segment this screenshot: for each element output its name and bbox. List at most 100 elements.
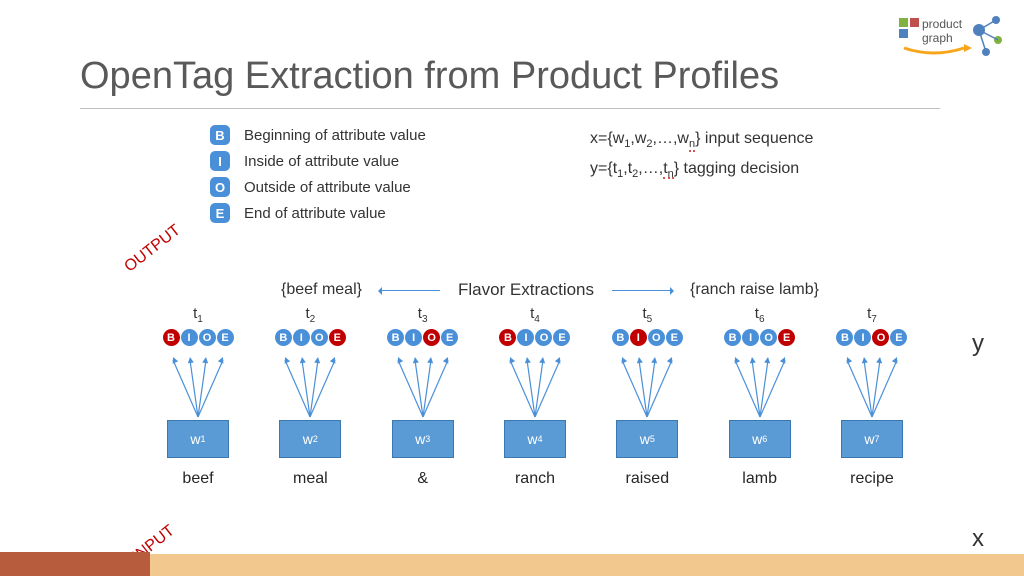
bioe-tags: BIOE: [499, 329, 570, 346]
tag-badge-o: O: [210, 177, 230, 197]
tag-b-circle: B: [836, 329, 853, 346]
tag-b-circle: B: [275, 329, 292, 346]
tag-e-circle: E: [890, 329, 907, 346]
input-word: beef: [182, 470, 213, 488]
fan-arrows-icon: [500, 352, 570, 422]
legend-text-e: End of attribute value: [244, 205, 386, 222]
fan-arrows-icon: [837, 352, 907, 422]
arrow-right-icon: [612, 290, 672, 291]
axis-y-label: y: [972, 330, 984, 358]
arrow-left-icon: [380, 290, 440, 291]
bioe-tags: BIOE: [836, 329, 907, 346]
t-label: t2: [305, 305, 315, 325]
legend-text-i: Inside of attribute value: [244, 153, 399, 170]
word-box: w4: [504, 420, 566, 458]
bioe-tags: BIOE: [612, 329, 683, 346]
bioe-tags: BIOE: [163, 329, 234, 346]
svg-text:graph: graph: [922, 31, 953, 45]
t-label: t3: [418, 305, 428, 325]
tag-b-circle: B: [612, 329, 629, 346]
tag-o-circle: O: [311, 329, 328, 346]
tag-e-circle: E: [441, 329, 458, 346]
fan-arrows-icon: [612, 352, 682, 422]
tag-b-circle: B: [387, 329, 404, 346]
legend-row-i: I Inside of attribute value: [210, 151, 426, 171]
tag-i-circle: I: [517, 329, 534, 346]
tag-e-circle: E: [778, 329, 795, 346]
output-label: OUTPUT: [121, 222, 184, 277]
t-label: t7: [867, 305, 877, 325]
input-word: meal: [293, 470, 328, 488]
tag-o-circle: O: [423, 329, 440, 346]
tag-badge-b: B: [210, 125, 230, 145]
tag-o-circle: O: [648, 329, 665, 346]
bottom-bar-accent: [0, 552, 150, 576]
product-graph-logo: product graph: [894, 10, 1004, 65]
tag-legend: B Beginning of attribute value I Inside …: [210, 125, 426, 229]
legend-text-b: Beginning of attribute value: [244, 127, 426, 144]
tag-o-circle: O: [199, 329, 216, 346]
input-word: raised: [626, 470, 670, 488]
token-column-3: t3BIOEw3&: [375, 305, 471, 488]
flavor-title: Flavor Extractions: [458, 280, 594, 300]
tag-b-circle: B: [163, 329, 180, 346]
flavor-extractions-row: {beef meal} Flavor Extractions {ranch ra…: [200, 280, 900, 300]
axis-x-label: x: [972, 525, 984, 553]
token-column-2: t2BIOEw2meal: [262, 305, 358, 488]
legend-text-o: Outside of attribute value: [244, 179, 411, 196]
input-word: recipe: [850, 470, 894, 488]
word-box: w6: [729, 420, 791, 458]
tag-o-circle: O: [535, 329, 552, 346]
tag-e-circle: E: [217, 329, 234, 346]
bioe-tags: BIOE: [387, 329, 458, 346]
token-column-4: t4BIOEw4ranch: [487, 305, 583, 488]
tag-o-circle: O: [760, 329, 777, 346]
slide-title: OpenTag Extraction from Product Profiles: [80, 55, 779, 98]
input-word: lamb: [742, 470, 777, 488]
tag-e-circle: E: [553, 329, 570, 346]
token-column-1: t1 BIOE w1 beef: [150, 305, 246, 488]
t-label: t4: [530, 305, 540, 325]
tag-i-circle: I: [630, 329, 647, 346]
tag-o-circle: O: [872, 329, 889, 346]
token-column-6: t6BIOEw6lamb: [712, 305, 808, 488]
bottom-bar: [0, 554, 1024, 576]
word-box: w2: [279, 420, 341, 458]
word-box: w1: [167, 420, 229, 458]
legend-row-o: O Outside of attribute value: [210, 177, 426, 197]
t-label: t1: [193, 305, 203, 325]
t-label: t5: [642, 305, 652, 325]
fan-arrows-icon: [275, 352, 345, 422]
tag-b-circle: B: [499, 329, 516, 346]
flavor-left: {beef meal}: [281, 281, 362, 299]
t-label: t6: [755, 305, 765, 325]
flavor-right: {ranch raise lamb}: [690, 281, 819, 299]
tag-i-circle: I: [293, 329, 310, 346]
input-word: ranch: [515, 470, 555, 488]
bioe-tags: BIOE: [275, 329, 346, 346]
title-underline: [80, 108, 940, 109]
notation-y: y={t1,t2,…,tn} tagging decision: [590, 160, 813, 180]
notation-block: x={w1,w2,…,wn} input sequence y={t1,t2,……: [590, 130, 813, 180]
tag-i-circle: I: [854, 329, 871, 346]
word-box: w7: [841, 420, 903, 458]
tag-b-circle: B: [724, 329, 741, 346]
tag-badge-i: I: [210, 151, 230, 171]
fan-arrows-icon: [163, 352, 233, 422]
slide: product graph OpenTag Extraction from Pr…: [0, 0, 1024, 576]
tag-i-circle: I: [742, 329, 759, 346]
svg-text:product: product: [922, 17, 963, 31]
fan-arrows-icon: [388, 352, 458, 422]
bioe-tags: BIOE: [724, 329, 795, 346]
tag-i-circle: I: [405, 329, 422, 346]
diagram-stage: t1BIOEw1beeft2BIOEw2mealt3BIOEw3&t4BIOEw…: [150, 305, 920, 488]
token-column-7: t7BIOEw7recipe: [824, 305, 920, 488]
tag-e-circle: E: [329, 329, 346, 346]
legend-row-e: E End of attribute value: [210, 203, 426, 223]
word-box: w5: [616, 420, 678, 458]
token-column-5: t5BIOEw5raised: [599, 305, 695, 488]
legend-row-b: B Beginning of attribute value: [210, 125, 426, 145]
fan-arrows-icon: [725, 352, 795, 422]
tag-badge-e: E: [210, 203, 230, 223]
tag-e-circle: E: [666, 329, 683, 346]
